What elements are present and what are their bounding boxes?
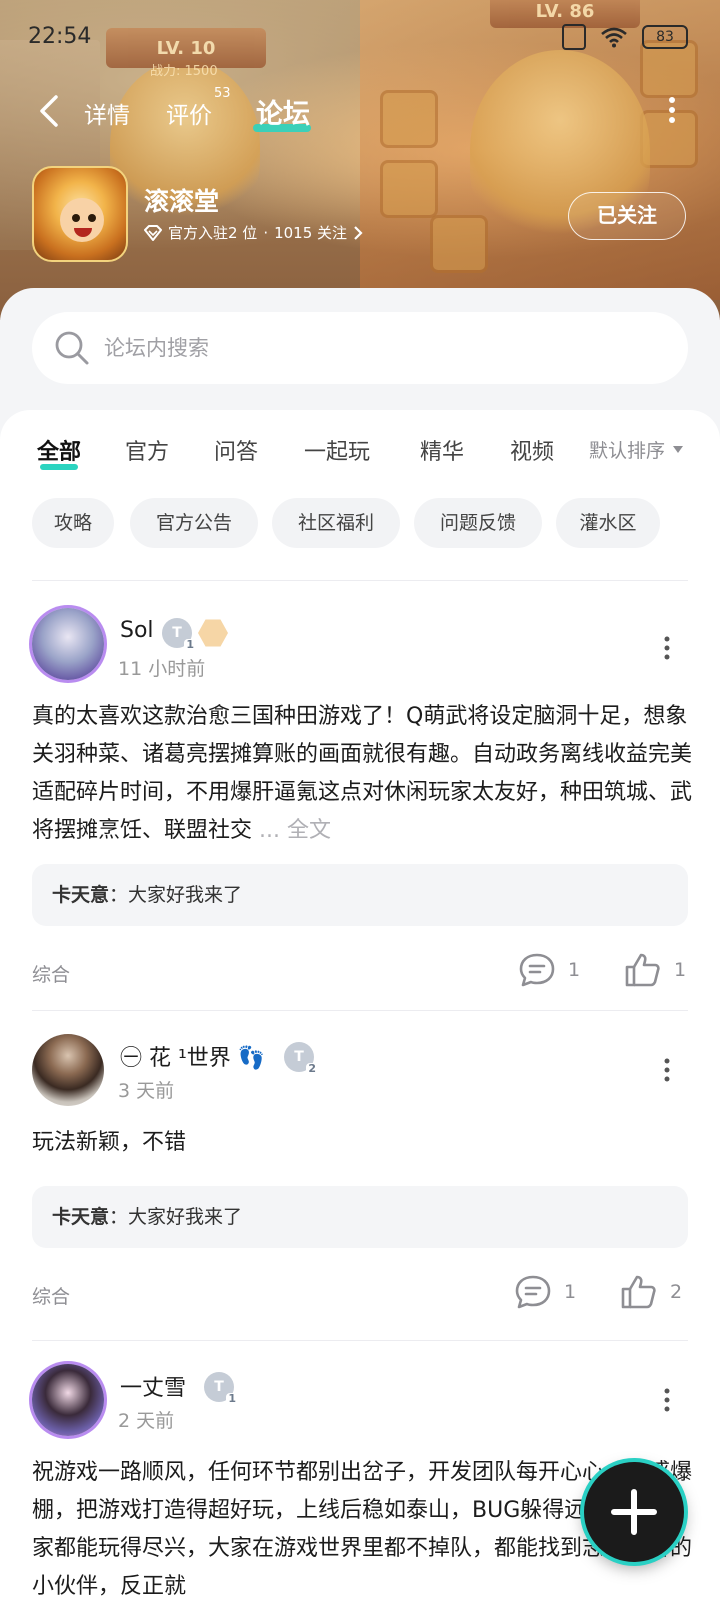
post-category-tag: 综合 xyxy=(32,1286,71,1308)
meta-separator-dot: · xyxy=(263,223,269,242)
create-post-button[interactable] xyxy=(584,1462,684,1562)
follow-button[interactable]: 已关注 xyxy=(568,192,686,240)
badge-level-number: 1 xyxy=(184,638,196,651)
avatar[interactable] xyxy=(32,1034,104,1106)
post-body[interactable]: 真的太喜欢这款治愈三国种田游戏了！Q萌武将设定脑洞十足，想象关羽种菜、诸葛亮摆摊… xyxy=(32,698,692,850)
tab-forum[interactable]: 论坛 xyxy=(256,92,310,131)
post-username[interactable]: ㊀ 花 ¹世界 👣 xyxy=(120,1040,265,1072)
divider xyxy=(32,1340,688,1341)
reply-username: 卡天意 xyxy=(52,1206,110,1228)
comment-count: 1 xyxy=(568,959,581,981)
badge-level-number: 1 xyxy=(226,1392,238,1405)
comment-icon xyxy=(519,953,555,987)
like-count: 1 xyxy=(674,959,687,981)
app-icon-eye xyxy=(72,214,80,222)
category-tab-official[interactable]: 官方 xyxy=(125,434,169,466)
avatar[interactable] xyxy=(32,1364,104,1436)
like-button[interactable]: 1 xyxy=(624,952,686,988)
status-icons: 83 xyxy=(562,24,688,50)
reply-colon: ： xyxy=(109,1206,129,1228)
chip-chat[interactable]: 灌水区 xyxy=(556,498,660,548)
post-item[interactable]: Sol T1 11 小时前 真的太喜欢这款治愈三国种田游戏了！Q萌武将设定脑洞十… xyxy=(0,588,720,1008)
app-name: 滚滚堂 xyxy=(144,187,220,216)
back-icon[interactable] xyxy=(36,94,62,128)
category-tab-qa[interactable]: 问答 xyxy=(214,434,258,466)
divider xyxy=(32,1010,688,1011)
banner-power-text: 战力: 1500 xyxy=(150,64,218,79)
chip-guides[interactable]: 攻略 xyxy=(32,498,114,548)
category-tab-all[interactable]: 全部 xyxy=(37,434,81,466)
vibrate-icon xyxy=(562,24,586,50)
chip-announcements[interactable]: 官方公告 xyxy=(130,498,258,548)
comment-icon xyxy=(515,1275,551,1309)
top-nav: 详情 评价 53 论坛 xyxy=(0,82,720,142)
post-body[interactable]: 玩法新颖，不错 xyxy=(32,1124,692,1162)
thumbs-up-icon xyxy=(625,953,660,987)
level-badge: T1 xyxy=(204,1372,238,1405)
level-badge: T1 xyxy=(162,618,196,651)
like-button[interactable]: 2 xyxy=(620,1274,682,1310)
divider xyxy=(32,580,688,581)
hex-badge-icon xyxy=(198,619,228,647)
search-bar[interactable] xyxy=(32,312,688,384)
forum-sheet: 全部 官方 问答 一起玩 精华 视频 默认排序 攻略 官方公告 社区福利 问题反… xyxy=(0,288,720,1612)
banner-tile xyxy=(380,160,438,218)
chevron-right-icon xyxy=(354,225,363,240)
more-options-icon[interactable] xyxy=(668,96,676,124)
comment-button[interactable]: 1 xyxy=(518,952,580,988)
status-bar: 22:54 83 xyxy=(0,18,720,58)
status-time: 22:54 xyxy=(28,24,92,49)
tab-details[interactable]: 详情 xyxy=(84,96,130,130)
avatar[interactable] xyxy=(32,608,104,680)
post-more-icon[interactable] xyxy=(664,1388,670,1412)
comment-button[interactable]: 1 xyxy=(514,1274,576,1310)
badge-level-number: 2 xyxy=(306,1062,318,1075)
battery-indicator: 83 xyxy=(642,25,688,49)
search-icon xyxy=(55,331,89,365)
post-time: 11 小时前 xyxy=(118,658,206,680)
reply-preview[interactable]: 卡天意：大家好我来了 xyxy=(32,1186,688,1248)
reply-text: 大家好我来了 xyxy=(128,1206,243,1228)
post-time: 2 天前 xyxy=(118,1410,175,1432)
category-tab-play-together[interactable]: 一起玩 xyxy=(304,434,370,466)
chip-welfare[interactable]: 社区福利 xyxy=(272,498,400,548)
level-badge: T2 xyxy=(284,1042,318,1075)
post-time: 3 天前 xyxy=(118,1080,175,1102)
tab-reviews[interactable]: 评价 xyxy=(166,96,212,130)
like-count: 2 xyxy=(670,1281,683,1303)
app-meta[interactable]: 官方入驻2 位 · 1015 关注 xyxy=(144,222,363,243)
banner-tile xyxy=(430,215,488,273)
reply-username: 卡天意 xyxy=(52,884,110,906)
reply-text: 大家好我来了 xyxy=(128,884,243,906)
post-username[interactable]: 一丈雪 xyxy=(120,1370,186,1402)
post-more-icon[interactable] xyxy=(664,636,670,660)
caret-down-icon xyxy=(673,446,684,453)
chip-feedback[interactable]: 问题反馈 xyxy=(414,498,542,548)
sort-dropdown[interactable]: 默认排序 xyxy=(589,436,684,463)
post-more-icon[interactable] xyxy=(664,1058,670,1082)
category-tab-video[interactable]: 视频 xyxy=(510,434,554,466)
post-username[interactable]: Sol xyxy=(120,618,154,643)
app-icon[interactable] xyxy=(32,166,128,262)
sort-label: 默认排序 xyxy=(589,440,666,462)
post-item[interactable]: ㊀ 花 ¹世界 👣 T2 3 天前 玩法新颖，不错 卡天意：大家好我来了 综合 … xyxy=(0,1014,720,1334)
read-more-link[interactable]: ... 全文 xyxy=(259,818,331,843)
reply-colon: ： xyxy=(109,884,129,906)
search-input[interactable] xyxy=(104,312,664,384)
comment-count: 1 xyxy=(564,1281,577,1303)
follower-count: 1015 关注 xyxy=(274,224,348,242)
reply-preview[interactable]: 卡天意：大家好我来了 xyxy=(32,864,688,926)
category-tab-featured[interactable]: 精华 xyxy=(420,434,464,466)
post-category-tag: 综合 xyxy=(32,964,71,986)
app-icon-eye xyxy=(88,214,96,222)
thumbs-up-icon xyxy=(621,1275,656,1309)
forum-panel: 全部 官方 问答 一起玩 精华 视频 默认排序 攻略 官方公告 社区福利 问题反… xyxy=(0,410,720,1612)
reviews-count-badge: 53 xyxy=(214,86,231,101)
wifi-icon xyxy=(601,27,627,48)
plus-icon xyxy=(611,1489,657,1535)
diamond-icon xyxy=(144,224,162,241)
post-body-text: 真的太喜欢这款治愈三国种田游戏了！Q萌武将设定脑洞十足，想象关羽种菜、诸葛亮摆摊… xyxy=(32,704,692,843)
official-count: 官方入驻2 位 xyxy=(168,224,258,242)
